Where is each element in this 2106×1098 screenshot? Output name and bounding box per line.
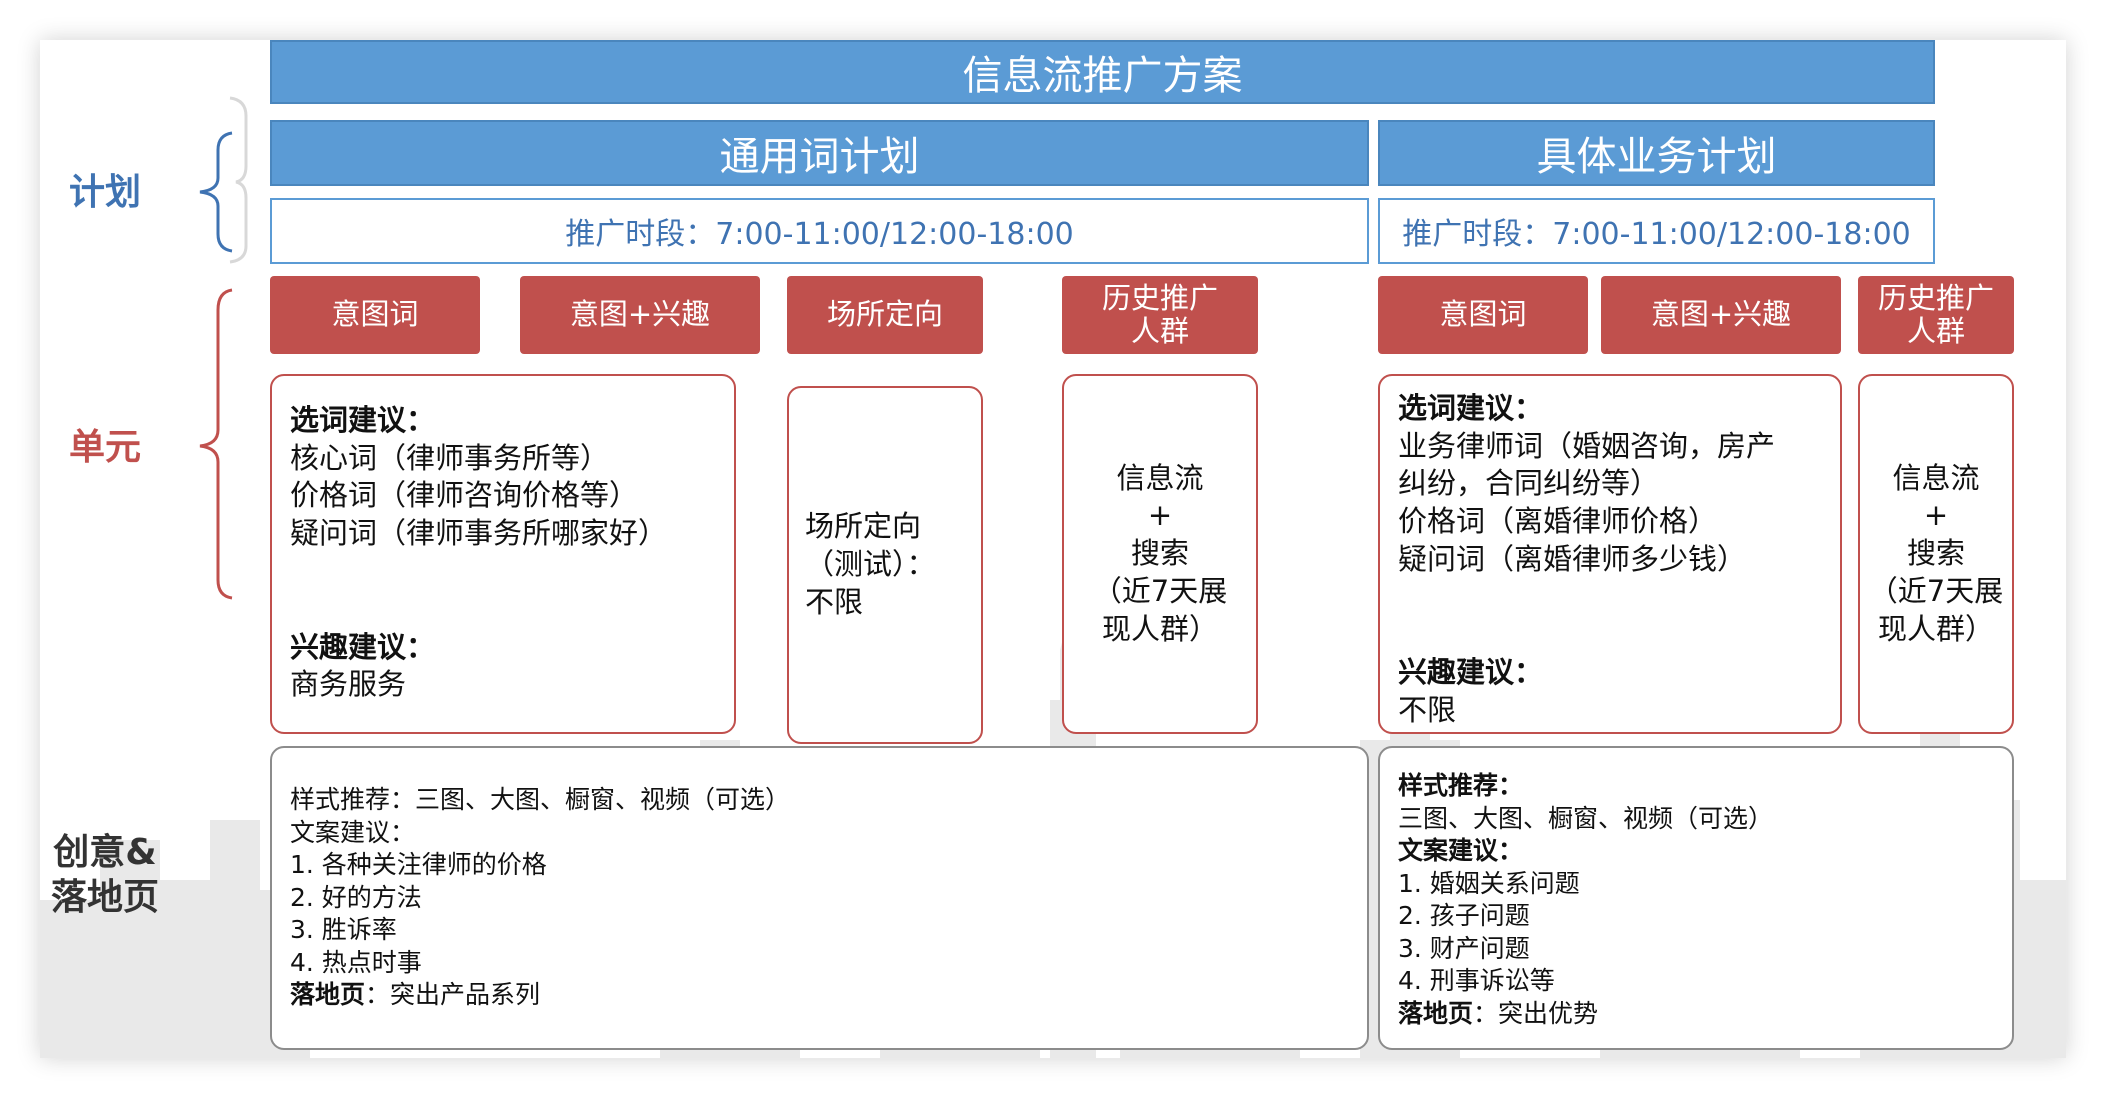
unit-label: 单元	[68, 427, 141, 468]
unit-intent-words-specific: 意图词	[1378, 276, 1588, 354]
plan-bracket	[199, 131, 233, 253]
unit-history-audience: 历史推广 人群	[1062, 276, 1258, 354]
interest-heading: 兴趣建议：	[290, 629, 436, 664]
unit-intent-interest: 意图+兴趣	[520, 276, 760, 354]
unit-intent-interest-specific: 意图+兴趣	[1601, 276, 1841, 354]
keyword-suggestion-box-specific: 选词建议： 业务律师词（婚姻咨询，房产 纠纷，合同纠纷等） 价格词（离婚律师价格…	[1378, 374, 1842, 734]
unit-intent-words: 意图词	[270, 276, 480, 354]
unit-bracket	[199, 288, 233, 600]
unit-history-audience-specific: 历史推广 人群	[1858, 276, 2014, 354]
history-audience-box-specific: 信息流 + 搜索 （近7天展 现人群）	[1858, 374, 2014, 734]
period-specific: 推广时段：7:00-11:00/12:00-18:00	[1378, 198, 1935, 264]
keyword-heading: 选词建议：	[290, 403, 436, 437]
plan-label: 计划	[68, 172, 141, 213]
keyword-suggestion-box: 选词建议： 核心词（律师事务所等） 价格词（律师咨询价格等） 疑问词（律师事务所…	[270, 374, 736, 734]
page-title: 信息流推广方案	[270, 40, 1935, 104]
creative-box-general: 样式推荐：三图、大图、橱窗、视频（可选） 文案建议： 1. 各种关注律师的价格 …	[270, 746, 1369, 1050]
history-audience-box: 信息流 + 搜索 （近7天展 现人群）	[1062, 374, 1258, 734]
slide: 计划 单元 创意& 落地页 信息流推广方案 通用词计划 具体业务计划 推广时段：…	[40, 40, 2066, 1058]
plan-header-specific: 具体业务计划	[1378, 120, 1935, 186]
period-general: 推广时段：7:00-11:00/12:00-18:00	[270, 198, 1369, 264]
creative-landing-label: 创意& 落地页	[50, 832, 159, 918]
place-targeting-box: 场所定向 （测试）： 不限	[787, 386, 983, 744]
creative-box-specific: 样式推荐： 三图、大图、橱窗、视频（可选） 文案建议： 1. 婚姻关系问题 2.…	[1378, 746, 2014, 1050]
plan-header-general: 通用词计划	[270, 120, 1369, 186]
unit-place-targeting: 场所定向	[787, 276, 983, 354]
